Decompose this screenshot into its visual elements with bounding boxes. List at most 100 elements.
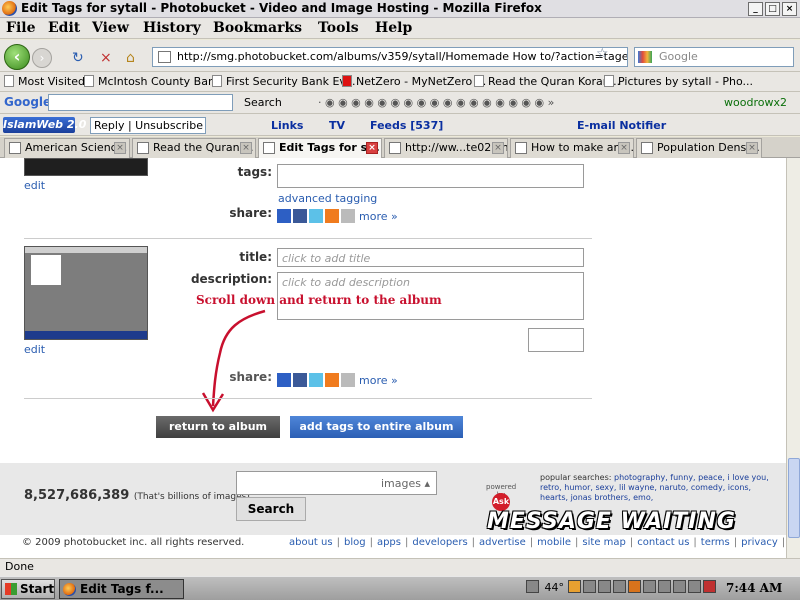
menu-file[interactable]: File (6, 20, 35, 36)
tray-icon[interactable] (526, 580, 539, 593)
tab-favicon (389, 142, 401, 154)
menu-help[interactable]: Help (375, 20, 412, 36)
scrollbar-thumb[interactable] (788, 458, 800, 538)
url-bar[interactable]: http://smg.photobucket.com/albums/v359/s… (152, 47, 628, 67)
firefox-icon (63, 583, 76, 596)
url-text: http://smg.photobucket.com/albums/v359/s… (177, 50, 628, 63)
tab-strip: American Scienc... × Read the Quran ... × … (0, 137, 800, 158)
minimize-button[interactable]: _ (748, 2, 763, 16)
tray-icon[interactable] (687, 580, 701, 593)
page-footer: 8,527,686,389 (That's billions of images… (0, 463, 786, 535)
weather-temp[interactable]: 44° (545, 581, 565, 594)
tab-close-icon[interactable]: × (746, 142, 758, 154)
menu-tools[interactable]: Tools (318, 20, 359, 36)
forward-button[interactable]: › (32, 48, 52, 68)
photobucket-search-input[interactable]: images ▴ (236, 471, 437, 495)
footer-link[interactable]: advertise (479, 537, 526, 548)
stop-icon[interactable]: × (100, 50, 112, 66)
close-window-button[interactable]: × (782, 2, 797, 16)
reload-icon[interactable]: ↻ (72, 50, 84, 66)
tab-close-icon[interactable]: × (114, 142, 126, 154)
footer-link[interactable]: privacy (741, 537, 778, 548)
bookmark-item[interactable]: Read the Quran Koran... (474, 75, 620, 88)
menu-history[interactable]: History (143, 20, 201, 36)
tray-icon[interactable] (567, 580, 581, 593)
maximize-button[interactable]: □ (765, 2, 780, 16)
tray-icon[interactable] (657, 580, 671, 593)
bookmark-item[interactable]: NetZero - MyNetZero ... (342, 75, 486, 88)
footer-link[interactable]: contact us (637, 537, 689, 548)
feeds-button[interactable]: Feeds [537] (370, 119, 443, 132)
menu-edit[interactable]: Edit (48, 20, 80, 36)
google-search-button[interactable]: Search (244, 96, 282, 109)
menu-bookmarks[interactable]: Bookmarks (213, 20, 302, 36)
footer-link[interactable]: site map (582, 537, 625, 548)
bookmark-page-icon (212, 75, 222, 87)
window-title: Edit Tags for sytall - Photobucket - Vid… (21, 1, 542, 15)
search-input[interactable]: Google (634, 47, 794, 67)
footer-link[interactable]: mobile (537, 537, 571, 548)
back-button[interactable]: ‹ (4, 44, 30, 70)
tab-edit-tags[interactable]: Edit Tags for s... × (258, 138, 382, 158)
system-tray: 44° (526, 580, 718, 594)
windows-taskbar: Start Edit Tags f... 44° 7:44 AM (0, 576, 800, 600)
tray-icon[interactable] (642, 580, 656, 593)
google-user[interactable]: woodrowx2 (724, 96, 787, 109)
window-titlebar: Edit Tags for sytall - Photobucket - Vid… (0, 0, 800, 18)
reply-select[interactable]: Reply | Unsubscribe (90, 117, 206, 134)
footer-link[interactable]: developers (412, 537, 467, 548)
footer-links: about us | blog | apps | developers | advertise |… (289, 537, 786, 548)
google-toolbar-input[interactable] (48, 94, 233, 111)
footer-link[interactable]: about us (289, 537, 333, 548)
status-bar: Done (0, 558, 800, 576)
tv-button[interactable]: TV (329, 119, 345, 132)
bookmark-item[interactable]: McIntosh County Bank (84, 75, 221, 88)
photobucket-search-button[interactable]: Search (236, 497, 306, 521)
add-tags-to-album-button[interactable]: add tags to entire album (290, 416, 463, 438)
bookmark-item[interactable]: Pictures by sytall - Pho... (604, 75, 753, 88)
bookmark-page-icon (4, 75, 14, 87)
vertical-scrollbar[interactable] (786, 158, 800, 558)
navigation-toolbar: ‹ › ↻ × ⌂ http://smg.photobucket.com/alb… (0, 40, 800, 72)
copyright: © 2009 photobucket inc. all rights reser… (22, 537, 245, 548)
menu-view[interactable]: View (92, 20, 129, 36)
tray-icon[interactable] (672, 580, 686, 593)
return-to-album-button[interactable]: return to album (156, 416, 280, 438)
home-icon[interactable]: ⌂ (126, 50, 135, 66)
email-notifier-button[interactable]: E-mail Notifier (577, 119, 666, 132)
bookmark-page-icon (84, 75, 94, 87)
google-search-icon (638, 51, 652, 63)
tab-favicon (515, 142, 527, 154)
tab-close-icon[interactable]: × (366, 142, 378, 154)
tab-close-icon[interactable]: × (492, 142, 504, 154)
links-button[interactable]: Links (271, 119, 303, 132)
divider (24, 398, 592, 399)
image-count-note: (That's billions of images) (133, 492, 250, 502)
islamweb-toolbar: IslamWeb 2.0 Reply | Unsubscribe Links T… (0, 114, 800, 136)
bookmark-star-icon[interactable]: ☆ (596, 46, 609, 62)
tab-read-quran[interactable]: Read the Quran ... × (132, 138, 256, 158)
google-toolbar: Google Search · ◉ ◉ ◉ ◉ ◉ ◉ ◉ ◉ ◉ ◉ ◉ ◉ … (0, 92, 800, 114)
page-content: edit tags: advanced tagging share: more … (0, 158, 786, 558)
footer-link[interactable]: apps (377, 537, 401, 548)
tray-icon[interactable] (612, 580, 626, 593)
tab-http[interactable]: http://ww...te02.pm × (384, 138, 508, 158)
start-button[interactable]: Start (1, 579, 55, 599)
bookmark-item[interactable]: First Security Bank Ev... (212, 75, 356, 88)
tray-icon[interactable] (702, 580, 716, 593)
tab-american-science[interactable]: American Scienc... × (4, 138, 130, 158)
tab-favicon (9, 142, 21, 154)
footer-link[interactable]: blog (344, 537, 366, 548)
toolbar-icons[interactable]: · ◉ ◉ ◉ ◉ ◉ ◉ ◉ ◉ ◉ ◉ ◉ ◉ ◉ ◉ ◉ ◉ ◉ » (318, 96, 554, 109)
tab-population-density[interactable]: Population Densi... × (636, 138, 762, 158)
tab-how-to-make[interactable]: How to make ani... × (510, 138, 634, 158)
bookmark-item[interactable]: Most Visited (4, 75, 85, 88)
tray-icon[interactable] (582, 580, 596, 593)
taskbar-clock: 7:44 AM (726, 581, 783, 595)
tray-icon[interactable] (597, 580, 611, 593)
tab-close-icon[interactable]: × (618, 142, 630, 154)
footer-link[interactable]: terms (701, 537, 730, 548)
tray-icon[interactable] (627, 580, 641, 593)
tab-close-icon[interactable]: × (240, 142, 252, 154)
taskbar-firefox-item[interactable]: Edit Tags f... (59, 579, 184, 599)
